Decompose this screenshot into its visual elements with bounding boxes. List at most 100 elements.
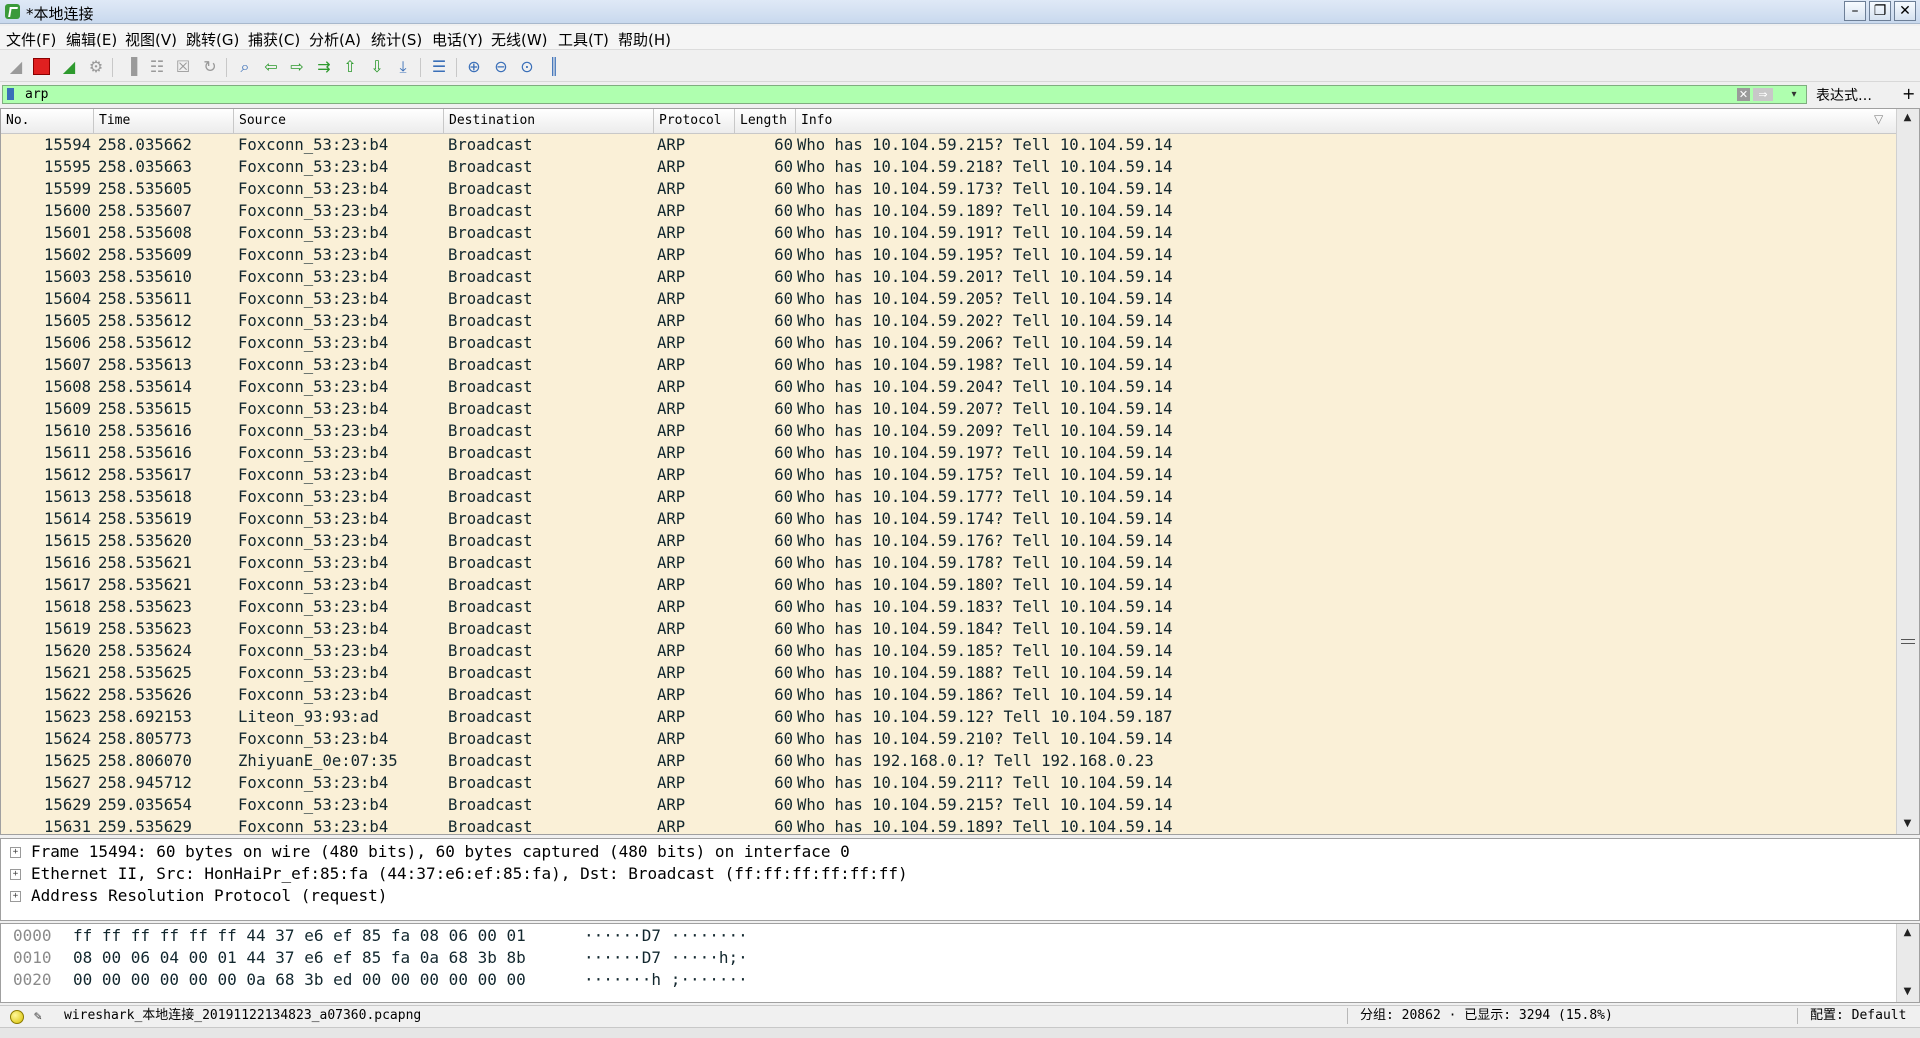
detail-frame[interactable]: + Frame 15494: 60 bytes on wire (480 bit…	[1, 841, 1919, 863]
scroll-down-icon[interactable]: ▼	[1897, 815, 1918, 833]
apply-filter-icon[interactable]: ⇒	[1753, 88, 1773, 101]
packet-row[interactable]: 15603 258.535610 Foxconn_53:23:b4 Broadcast…	[1, 266, 1896, 288]
menu-file[interactable]: 文件(F)	[6, 29, 56, 50]
first-packet-icon[interactable]: ⇧	[340, 57, 360, 77]
bytes-row[interactable]: 0010 08 00 06 04 00 01 44 37 e6 ef 85 fa…	[1, 947, 1919, 969]
menu-tools[interactable]: 工具(T)	[558, 29, 609, 50]
bytes-ascii[interactable]: ······D7 ·····h;·	[584, 947, 748, 969]
packet-row[interactable]: 15606 258.535612 Foxconn_53:23:b4 Broadcast…	[1, 332, 1896, 354]
bytes-row[interactable]: 0020 00 00 00 00 00 00 0a 68 3b ed 00 00…	[1, 969, 1919, 991]
packet-row[interactable]: 15609 258.535615 Foxconn_53:23:b4 Broadcast…	[1, 398, 1896, 420]
bookmark-icon[interactable]	[7, 88, 14, 100]
colorize-icon[interactable]: ☰	[429, 57, 449, 77]
packet-row[interactable]: 15620 258.535624 Foxconn_53:23:b4 Broadcast…	[1, 640, 1896, 662]
open-file-icon[interactable]: ▐	[121, 57, 141, 77]
go-to-packet-icon[interactable]: ⇉	[314, 57, 334, 77]
expert-info-icon[interactable]	[10, 1010, 24, 1024]
filter-value[interactable]: arp	[25, 86, 48, 103]
menu-edit[interactable]: 编辑(E)	[66, 29, 117, 50]
packet-row[interactable]: 15631 259.535629 Foxconn_53:23:b4 Broadcast…	[1, 816, 1896, 834]
zoom-normal-icon[interactable]: ⊙	[517, 57, 537, 77]
detail-arp[interactable]: + Address Resolution Protocol (request)	[1, 885, 1919, 907]
menu-help[interactable]: 帮助(H)	[618, 29, 671, 50]
bytes-hex[interactable]: 08 00 06 04 00 01 44 37 e6 ef 85 fa 0a 6…	[73, 947, 526, 969]
packet-row[interactable]: 15613 258.535618 Foxconn_53:23:b4 Broadcast…	[1, 486, 1896, 508]
packet-row[interactable]: 15610 258.535616 Foxconn_53:23:b4 Broadcast…	[1, 420, 1896, 442]
packet-row[interactable]: 15622 258.535626 Foxconn_53:23:b4 Broadcast…	[1, 684, 1896, 706]
find-packet-icon[interactable]: ⌕	[235, 57, 255, 77]
bytes-hex[interactable]: 00 00 00 00 00 00 0a 68 3b ed 00 00 00 0…	[73, 969, 526, 991]
packet-row[interactable]: 15621 258.535625 Foxconn_53:23:b4 Broadcast…	[1, 662, 1896, 684]
scroll-down-icon[interactable]: ▼	[1897, 983, 1918, 1001]
bytes-row[interactable]: 0000 ff ff ff ff ff ff 44 37 e6 ef 85 fa…	[1, 925, 1919, 947]
packet-row[interactable]: 15616 258.535621 Foxconn_53:23:b4 Broadcast…	[1, 552, 1896, 574]
packet-row[interactable]: 15605 258.535612 Foxconn_53:23:b4 Broadcast…	[1, 310, 1896, 332]
column-header-protocol[interactable]: Protocol	[654, 109, 735, 133]
capture-options-icon[interactable]: ⚙	[86, 57, 106, 77]
zoom-in-icon[interactable]: ⊕	[464, 57, 484, 77]
packet-row[interactable]: 15625 258.806070 ZhiyuanE_0e:07:35 Broadcas…	[1, 750, 1896, 772]
go-back-icon[interactable]: ⇦	[261, 57, 281, 77]
packet-row[interactable]: 15624 258.805773 Foxconn_53:23:b4 Broadcast…	[1, 728, 1896, 750]
capture-comment-icon[interactable]: ✎	[34, 1007, 42, 1027]
status-profile[interactable]: 配置: Default	[1810, 1006, 1906, 1026]
reload-file-icon[interactable]: ↻	[200, 57, 220, 77]
close-button[interactable]: ✕	[1894, 1, 1916, 21]
expand-icon[interactable]: +	[10, 891, 21, 902]
column-header-source[interactable]: Source	[234, 109, 444, 133]
bytes-ascii[interactable]: ······D7 ········	[584, 925, 748, 947]
restart-capture-icon[interactable]: ◢	[59, 57, 79, 77]
packet-row[interactable]: 15627 258.945712 Foxconn_53:23:b4 Broadcast…	[1, 772, 1896, 794]
last-packet-icon[interactable]: ⇩	[367, 57, 387, 77]
expand-icon[interactable]: +	[10, 847, 21, 858]
column-header-destination[interactable]: Destination	[444, 109, 654, 133]
minimize-button[interactable]: –	[1844, 1, 1866, 21]
clear-filter-icon[interactable]: ✕	[1737, 88, 1750, 101]
expand-icon[interactable]: +	[10, 869, 21, 880]
packet-row[interactable]: 15618 258.535623 Foxconn_53:23:b4 Broadcast…	[1, 596, 1896, 618]
expression-button[interactable]: 表达式…	[1816, 85, 1872, 105]
packet-row[interactable]: 15600 258.535607 Foxconn_53:23:b4 Broadcast…	[1, 200, 1896, 222]
packet-row[interactable]: 15595 258.035663 Foxconn_53:23:b4 Broadcast…	[1, 156, 1896, 178]
resize-columns-icon[interactable]: ║	[544, 57, 564, 77]
stop-capture-icon[interactable]	[33, 58, 50, 75]
packet-row[interactable]: 15604 258.535611 Foxconn_53:23:b4 Broadcast…	[1, 288, 1896, 310]
menu-analyze[interactable]: 分析(A)	[309, 29, 361, 50]
menu-view[interactable]: 视图(V)	[125, 29, 177, 50]
detail-ethernet[interactable]: + Ethernet II, Src: HonHaiPr_ef:85:fa (4…	[1, 863, 1919, 885]
restore-button[interactable]: ❐	[1869, 1, 1891, 21]
menu-capture[interactable]: 捕获(C)	[248, 29, 300, 50]
packet-row[interactable]: 15599 258.535605 Foxconn_53:23:b4 Broadcast…	[1, 178, 1896, 200]
column-header-length[interactable]: Length	[735, 109, 796, 133]
packet-row[interactable]: 15594 258.035662 Foxconn_53:23:b4 Broadcast…	[1, 134, 1896, 156]
packet-row[interactable]: 15607 258.535613 Foxconn_53:23:b4 Broadcast…	[1, 354, 1896, 376]
start-capture-icon[interactable]: ◢	[6, 57, 26, 77]
packet-row[interactable]: 15612 258.535617 Foxconn_53:23:b4 Broadcast…	[1, 464, 1896, 486]
column-header-time[interactable]: Time	[94, 109, 234, 133]
column-header-info[interactable]: Info	[796, 109, 1896, 133]
go-forward-icon[interactable]: ⇨	[287, 57, 307, 77]
packet-row[interactable]: 15602 258.535609 Foxconn_53:23:b4 Broadcast…	[1, 244, 1896, 266]
menu-go[interactable]: 跳转(G)	[186, 29, 239, 50]
add-filter-button[interactable]: +	[1902, 84, 1915, 103]
menu-statistics[interactable]: 统计(S)	[371, 29, 422, 50]
packet-row[interactable]: 15629 259.035654 Foxconn_53:23:b4 Broadcast…	[1, 794, 1896, 816]
scroll-up-icon[interactable]: ▲	[1897, 109, 1918, 127]
filter-history-dropdown-icon[interactable]: ▾	[1788, 88, 1800, 101]
packet-row[interactable]: 15614 258.535619 Foxconn_53:23:b4 Broadcast…	[1, 508, 1896, 530]
packet-list-scrollbar[interactable]: ▲ ▼	[1896, 109, 1919, 834]
packet-row[interactable]: 15623 258.692153 Liteon_93:93:ad Broadcast A…	[1, 706, 1896, 728]
close-file-icon[interactable]: ☒	[173, 57, 193, 77]
auto-scroll-icon[interactable]: ⤓	[393, 57, 413, 77]
scroll-up-icon[interactable]: ▲	[1897, 924, 1918, 942]
packet-row[interactable]: 15608 258.535614 Foxconn_53:23:b4 Broadcast…	[1, 376, 1896, 398]
packet-row[interactable]: 15611 258.535616 Foxconn_53:23:b4 Broadcast…	[1, 442, 1896, 464]
bytes-hex[interactable]: ff ff ff ff ff ff 44 37 e6 ef 85 fa 08 0…	[73, 925, 526, 947]
display-filter-input[interactable]: arp ✕ ⇒ ▾	[2, 85, 1807, 104]
save-file-icon[interactable]: ☷	[147, 57, 167, 77]
bytes-ascii[interactable]: ·······h ;·······	[584, 969, 748, 991]
packet-row[interactable]: 15601 258.535608 Foxconn_53:23:b4 Broadcast…	[1, 222, 1896, 244]
column-header-no[interactable]: No.	[1, 109, 94, 133]
packet-row[interactable]: 15615 258.535620 Foxconn_53:23:b4 Broadcast…	[1, 530, 1896, 552]
menu-telephony[interactable]: 电话(Y)	[432, 29, 483, 50]
